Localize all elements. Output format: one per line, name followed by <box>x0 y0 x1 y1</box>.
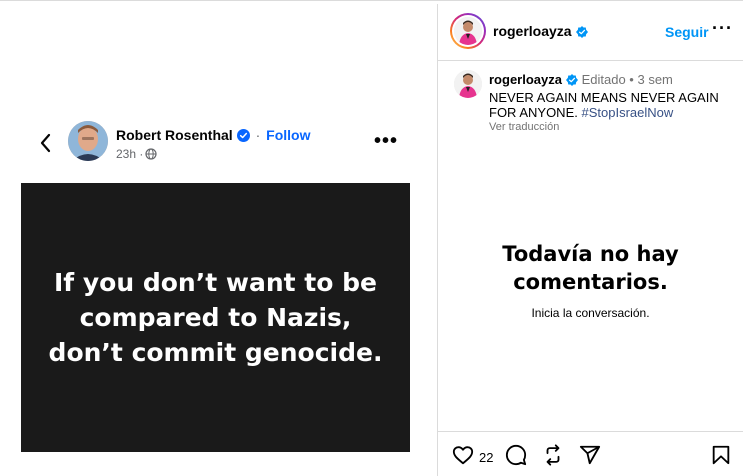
share-icon[interactable] <box>579 444 601 466</box>
back-arrow-icon[interactable] <box>36 130 56 156</box>
see-translation-link[interactable]: Ver traducción <box>489 121 559 133</box>
fb-author-name[interactable]: Robert Rosenthal <box>116 127 233 143</box>
fb-timestamp: 23h · <box>116 147 157 161</box>
caption-username[interactable]: rogerloayza <box>489 72 562 87</box>
action-bar: 22 <box>438 431 743 476</box>
bookmark-icon[interactable] <box>710 444 732 466</box>
ig-avatar-ring[interactable] <box>450 13 486 49</box>
caption-text-block: NEVER AGAIN MEANS NEVER AGAIN FOR ANYONE… <box>489 90 734 120</box>
fb-author-line: Robert Rosenthal · Follow <box>116 127 310 143</box>
caption-hashtag[interactable]: #StopIsraelNow <box>581 105 673 120</box>
comment-icon[interactable] <box>505 444 527 466</box>
quote-card: If you don’t want to be compared to Nazi… <box>21 183 410 452</box>
ig-avatar <box>454 17 482 45</box>
ig-caption: rogerloayza Editado • 3 sem NEVER AGAIN … <box>438 62 743 142</box>
repost-icon[interactable] <box>542 444 564 466</box>
fb-more-icon[interactable]: ••• <box>374 130 398 153</box>
ig-more-icon[interactable]: ··· <box>712 18 733 39</box>
verified-icon <box>236 129 250 142</box>
fb-avatar[interactable] <box>68 121 108 161</box>
fb-separator: · <box>255 127 261 143</box>
ig-post-header: rogerloayza Seguir ··· <box>438 4 743 61</box>
fb-post-header: Robert Rosenthal · Follow 23h · ••• <box>20 118 420 170</box>
screenshot: Robert Rosenthal · Follow 23h · ••• If y… <box>0 0 743 476</box>
ig-header-user: rogerloayza <box>493 23 588 39</box>
empty-comments: Todavía no hay comentarios. Inicia la co… <box>438 240 743 320</box>
quote-text: If you don’t want to be compared to Nazi… <box>48 268 383 367</box>
ig-header-username[interactable]: rogerloayza <box>493 23 572 39</box>
empty-comments-title: Todavía no hay comentarios. <box>502 242 679 294</box>
verified-icon <box>565 74 578 86</box>
caption-avatar[interactable] <box>454 70 482 98</box>
ig-follow-button[interactable]: Seguir <box>665 24 709 40</box>
verified-icon <box>575 26 588 38</box>
caption-meta-line: rogerloayza Editado • 3 sem <box>489 72 673 87</box>
fb-time-text[interactable]: 23h · <box>116 147 143 161</box>
like-count[interactable]: 22 <box>479 450 493 465</box>
fb-follow-button[interactable]: Follow <box>266 127 310 143</box>
caption-meta: Editado • 3 sem <box>581 72 673 87</box>
empty-comments-subtitle: Inicia la conversación. <box>531 306 650 320</box>
globe-icon <box>145 148 157 160</box>
heart-icon[interactable] <box>452 444 474 466</box>
